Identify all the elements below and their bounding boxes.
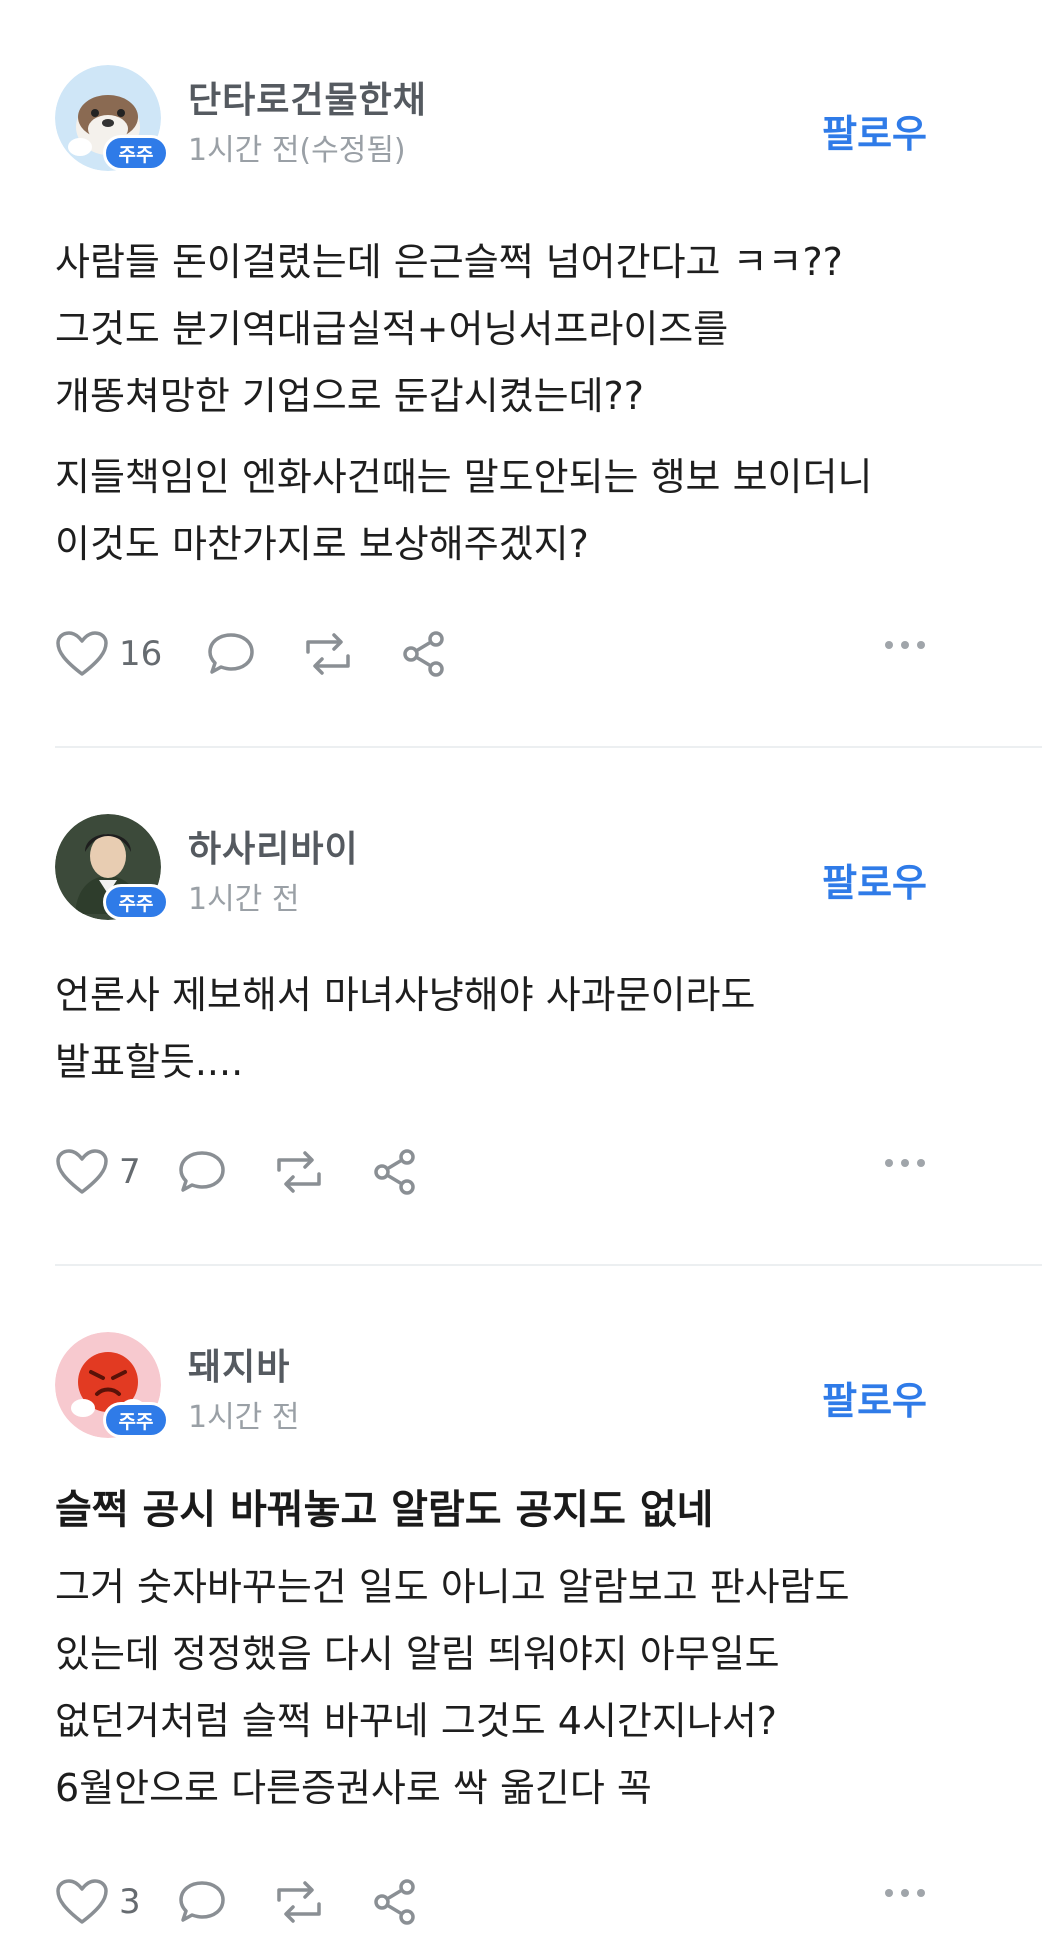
comment-post: 주주 돼지바 1시간 전 팔로우 슬쩍 공시 바꿔놓고 알람도 공지도 없네 그… xyxy=(0,1266,1042,1942)
body-line: 사람들 돈이걸렸는데 은근슬쩍 넘어간다고 ㅋㅋ?? xyxy=(55,240,843,284)
like-count: 16 xyxy=(119,634,163,674)
share-button[interactable] xyxy=(371,1878,419,1926)
post-time: 1시간 전 xyxy=(188,882,300,917)
more-dots-icon xyxy=(885,1159,925,1167)
body-line: 이것도 마찬가지로 보상해주겠지? xyxy=(55,522,589,566)
shareholder-badge: 주주 xyxy=(103,1402,169,1438)
more-options-button[interactable] xyxy=(883,1154,927,1173)
paragraph: 지들책임인 엔화사건때는 말도안되는 행보 보이더니 이것도 마찬가지로 보상해… xyxy=(55,444,987,578)
post-time: 1시간 전(수정됨) xyxy=(188,133,406,168)
heart-icon xyxy=(56,1149,108,1194)
share-button[interactable] xyxy=(400,630,448,678)
like-count: 3 xyxy=(119,1882,141,1922)
comment-post: 주주 단타로건물한채 1시간 전(수정됨) 팔로우 사람들 돈이걸렸는데 은근슬… xyxy=(0,0,1042,694)
like-count: 7 xyxy=(119,1152,141,1192)
repost-icon xyxy=(306,633,351,675)
body-line: 있는데 정정했음 다시 알림 띄워야지 아무일도 xyxy=(55,1632,780,1676)
post-actions: 7 xyxy=(55,1132,987,1212)
comment-icon xyxy=(178,1881,225,1922)
author-name[interactable]: 돼지바 xyxy=(188,1338,290,1390)
like-button[interactable]: 3 xyxy=(55,1878,141,1926)
share-icon xyxy=(373,1879,415,1925)
author-name[interactable]: 하사리바이 xyxy=(188,820,359,872)
repost-button[interactable] xyxy=(271,1878,327,1926)
follow-button[interactable]: 팔로우 xyxy=(822,1370,927,1425)
share-icon xyxy=(373,1149,415,1195)
body-line: 개똥쳐망한 기업으로 둔갑시켰는데?? xyxy=(55,374,644,418)
body-line: 지들책임인 엔화사건때는 말도안되는 행보 보이더니 xyxy=(55,455,873,499)
heart-icon xyxy=(56,631,108,676)
body-line: 6월안으로 다른증권사로 싹 옮긴다 꼭 xyxy=(55,1766,652,1810)
paragraph: 사람들 돈이걸렸는데 은근슬쩍 넘어간다고 ㅋㅋ?? 그것도 분기역대급실적+어… xyxy=(55,229,987,430)
repost-button[interactable] xyxy=(271,1148,327,1196)
follow-button[interactable]: 팔로우 xyxy=(822,103,927,158)
post-title: 슬쩍 공시 바꿔놓고 알람도 공지도 없네 xyxy=(55,1487,714,1533)
like-button[interactable]: 7 xyxy=(55,1148,141,1196)
post-header: 주주 단타로건물한채 1시간 전(수정됨) 팔로우 xyxy=(55,65,987,205)
paragraph: 그거 숫자바꾸는건 일도 아니고 알람보고 판사람도 있는데 정정했음 다시 알… xyxy=(55,1554,987,1822)
follow-button[interactable]: 팔로우 xyxy=(822,852,927,907)
repost-icon xyxy=(276,1151,321,1193)
post-body: 사람들 돈이걸렸는데 은근슬쩍 넘어간다고 ㅋㅋ?? 그것도 분기역대급실적+어… xyxy=(55,229,987,578)
more-dots-icon xyxy=(885,641,925,649)
shareholder-badge: 주주 xyxy=(103,135,169,171)
repost-icon xyxy=(276,1881,321,1923)
comment-icon xyxy=(208,633,255,674)
paragraph: 언론사 제보해서 마녀사냥해야 사과문이라도 발표할듯.... xyxy=(55,962,987,1096)
post-time: 1시간 전 xyxy=(188,1400,300,1435)
share-button[interactable] xyxy=(371,1148,419,1196)
author-name[interactable]: 단타로건물한채 xyxy=(188,71,427,123)
more-options-button[interactable] xyxy=(883,636,927,655)
comment-icon xyxy=(178,1151,225,1192)
post-actions: 3 xyxy=(55,1862,987,1942)
shareholder-badge: 주주 xyxy=(103,884,169,920)
comment-button[interactable] xyxy=(177,1878,227,1926)
post-body: 그거 숫자바꾸는건 일도 아니고 알람보고 판사람도 있는데 정정했음 다시 알… xyxy=(55,1554,987,1822)
comment-button[interactable] xyxy=(206,630,256,678)
more-options-button[interactable] xyxy=(883,1884,927,1903)
comment-button[interactable] xyxy=(177,1148,227,1196)
post-actions: 16 xyxy=(55,614,987,694)
repost-button[interactable] xyxy=(300,630,356,678)
body-line: 없던거처럼 슬쩍 바꾸네 그것도 4시간지나서? xyxy=(55,1699,777,1743)
body-line: 그거 숫자바꾸는건 일도 아니고 알람보고 판사람도 xyxy=(55,1565,850,1609)
comment-post: 주주 하사리바이 1시간 전 팔로우 언론사 제보해서 마녀사냥해야 사과문이라… xyxy=(0,748,1042,1212)
more-dots-icon xyxy=(885,1889,925,1897)
post-header: 주주 하사리바이 1시간 전 팔로우 xyxy=(55,814,987,954)
post-body: 언론사 제보해서 마녀사냥해야 사과문이라도 발표할듯.... xyxy=(55,962,987,1096)
body-line: 발표할듯.... xyxy=(55,1040,244,1084)
heart-icon xyxy=(56,1879,108,1924)
body-line: 언론사 제보해서 마녀사냥해야 사과문이라도 xyxy=(55,973,756,1017)
body-line: 그것도 분기역대급실적+어닝서프라이즈를 xyxy=(55,307,729,351)
comment-feed: 주주 단타로건물한채 1시간 전(수정됨) 팔로우 사람들 돈이걸렸는데 은근슬… xyxy=(0,0,1042,1942)
post-header: 주주 돼지바 1시간 전 팔로우 xyxy=(55,1332,987,1472)
share-icon xyxy=(403,631,445,677)
like-button[interactable]: 16 xyxy=(55,630,162,678)
